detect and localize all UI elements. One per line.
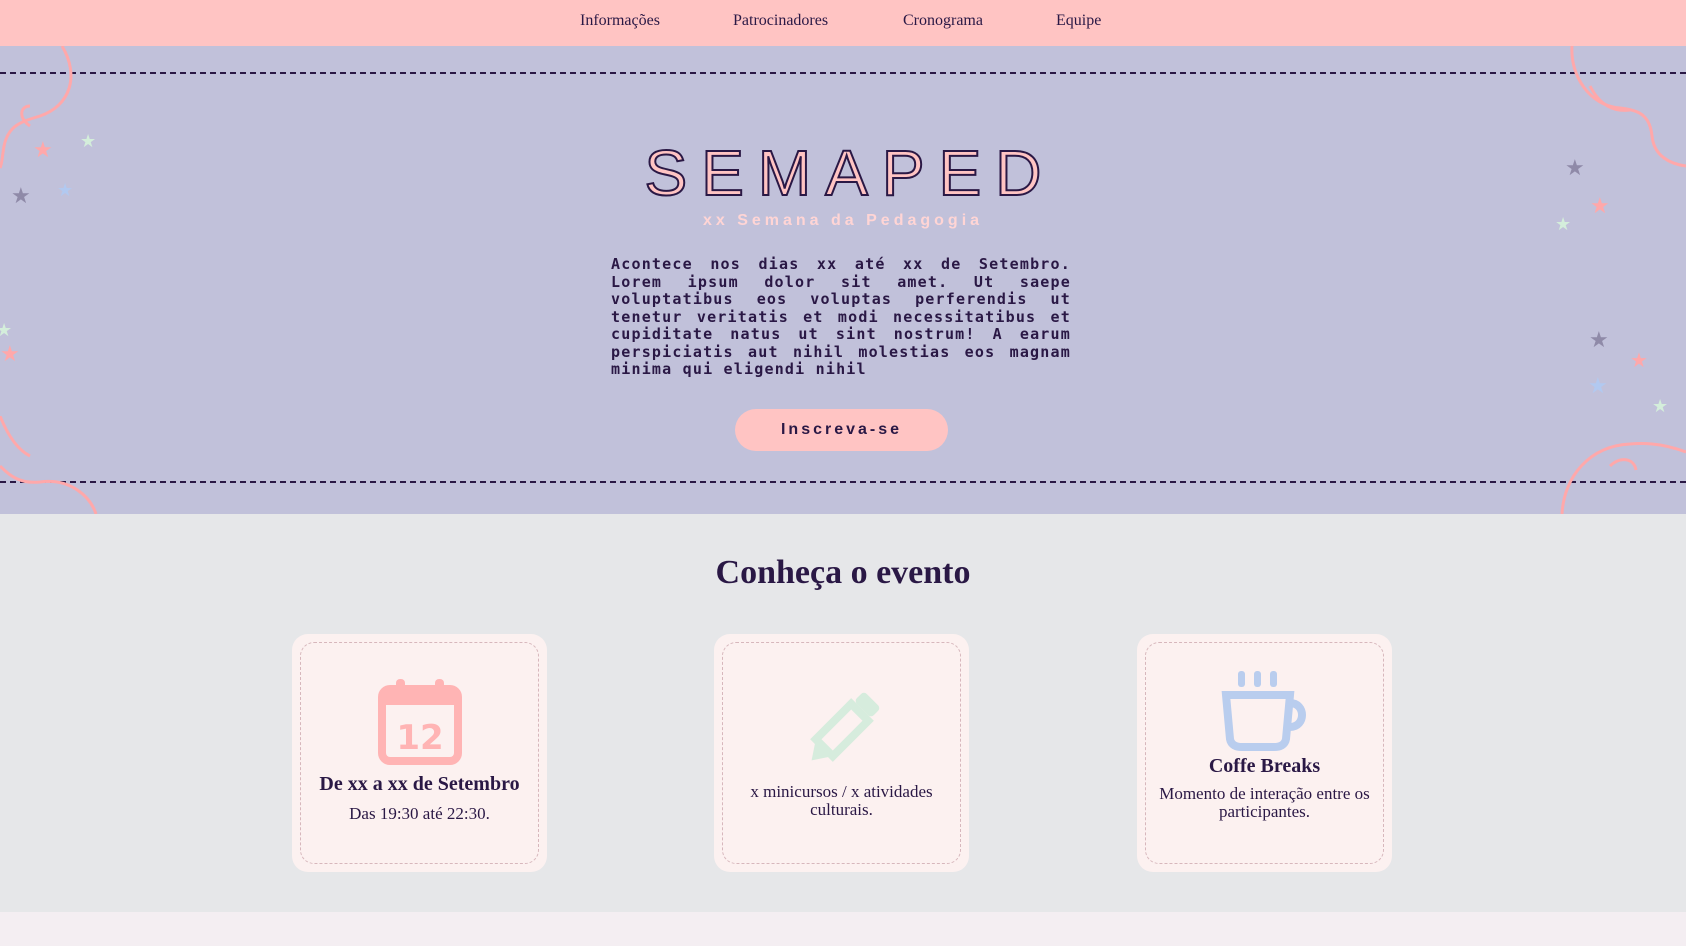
nav-item-cronograma[interactable]: Cronograma (903, 12, 983, 30)
event-subtitle: xx Semana da Pedagogia (702, 212, 984, 229)
top-navigation: Informações Patrocinadores Cronograma Eq… (0, 0, 1686, 46)
svg-text:12: 12 (396, 718, 443, 758)
star-icon: ★ (0, 342, 20, 367)
register-button[interactable]: Inscreva-se (735, 409, 948, 451)
swirl-decoration-bottom-left (0, 416, 98, 514)
info-card-dates: 12 De xx a xx de Setembro Das 19:30 até … (292, 634, 547, 872)
hero-bottom-divider (0, 481, 1686, 483)
nav-item-informacoes[interactable]: Informações (580, 12, 660, 30)
info-card-activities: x minicursos / x atividades culturais. (714, 634, 969, 872)
coffee-cup-icon (1221, 671, 1306, 751)
pencil-icon (809, 692, 879, 762)
star-icon: ★ (1588, 374, 1608, 399)
card-text: x minicursos / x atividades culturais. (750, 782, 933, 819)
card-text: Das 19:30 até 22:30. (349, 804, 490, 823)
nav-item-equipe[interactable]: Equipe (1056, 12, 1101, 30)
card-title: Coffe Breaks (1208, 755, 1321, 777)
footer-strip (0, 912, 1686, 946)
star-icon: ★ (1652, 396, 1669, 417)
section-title: Conheça o evento (715, 554, 971, 591)
star-icon: ★ (1589, 328, 1609, 353)
nav-item-patrocinadores[interactable]: Patrocinadores (733, 12, 828, 30)
card-text: Momento de interação entre os participan… (1159, 784, 1370, 821)
star-icon: ★ (1630, 348, 1648, 372)
hero-top-divider (0, 72, 1686, 74)
calendar-icon: 12 (377, 679, 462, 765)
about-event-section: Conheça o evento 12 De xx a xx de Setemb… (0, 514, 1686, 912)
event-description: Acontece nos dias xx até xx de Setembro.… (611, 255, 1071, 378)
card-title: De xx a xx de Setembro (319, 773, 520, 795)
event-title: SEMAPED (644, 136, 1056, 210)
swirl-decoration-bottom-right (1560, 442, 1686, 514)
star-icon: ★ (0, 320, 13, 341)
hero-section: ★ ★ ★ ★ ★ ★ ★ ★ ★ ★ ★ ★ ★ SEMAPED xx Sem… (0, 46, 1686, 514)
info-card-coffee: Coffe Breaks Momento de interação entre … (1137, 634, 1392, 872)
